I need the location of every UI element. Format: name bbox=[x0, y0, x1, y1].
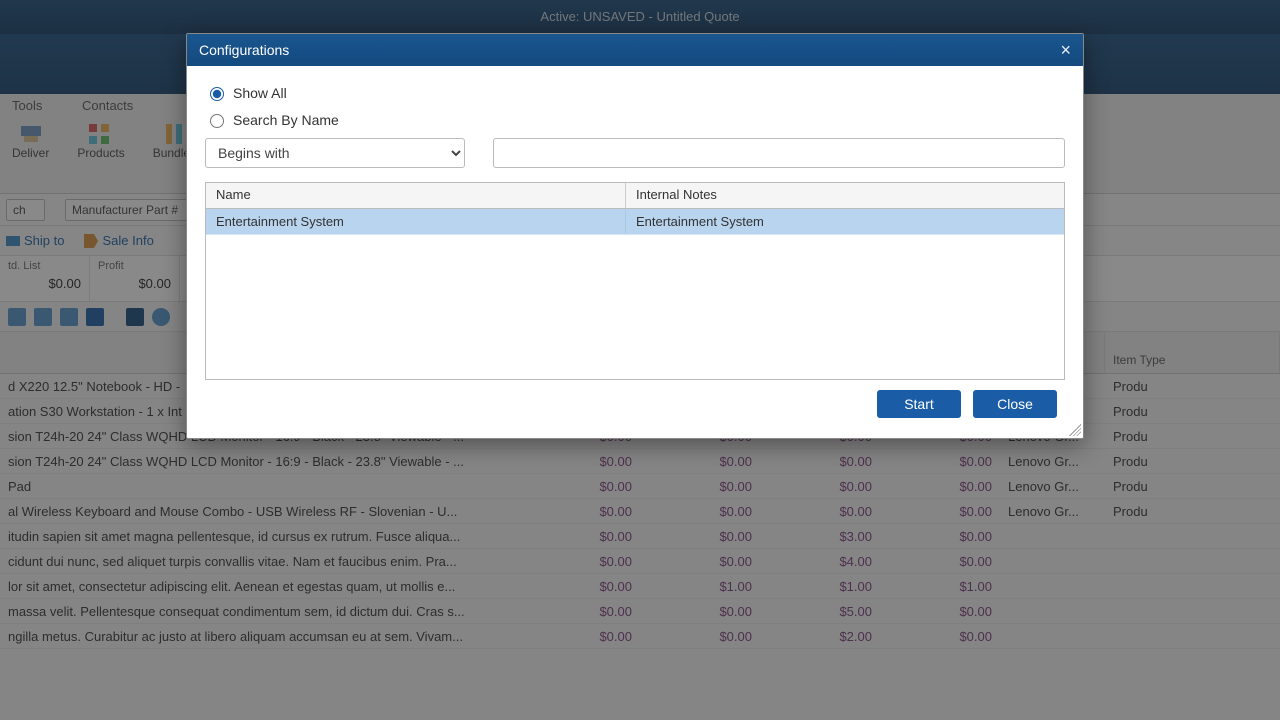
radio-show-all-input[interactable] bbox=[210, 87, 224, 101]
config-row[interactable]: Entertainment SystemEntertainment System bbox=[206, 209, 1064, 235]
radio-show-all-label: Show All bbox=[233, 85, 287, 101]
radio-show-all[interactable]: Show All bbox=[205, 84, 1065, 101]
dialog-titlebar: Configurations × bbox=[187, 34, 1083, 66]
search-input[interactable] bbox=[493, 138, 1065, 168]
config-row-notes: Entertainment System bbox=[626, 210, 1064, 233]
start-button[interactable]: Start bbox=[877, 390, 961, 418]
radio-search-by-name-label: Search By Name bbox=[233, 112, 339, 128]
resize-grip-icon[interactable] bbox=[1069, 424, 1081, 436]
config-row-name: Entertainment System bbox=[206, 210, 626, 233]
col-internal-notes: Internal Notes bbox=[626, 183, 1064, 208]
col-name: Name bbox=[206, 183, 626, 208]
radio-search-by-name-input[interactable] bbox=[210, 114, 224, 128]
config-grid-header: Name Internal Notes bbox=[206, 183, 1064, 209]
match-mode-select[interactable]: Begins with bbox=[205, 138, 465, 168]
dialog-title: Configurations bbox=[199, 34, 289, 66]
config-grid: Name Internal Notes Entertainment System… bbox=[205, 182, 1065, 380]
close-button[interactable]: Close bbox=[973, 390, 1057, 418]
close-icon[interactable]: × bbox=[1060, 41, 1071, 59]
radio-search-by-name[interactable]: Search By Name bbox=[205, 111, 1065, 128]
configurations-dialog: Configurations × Show All Search By Name… bbox=[186, 33, 1084, 439]
